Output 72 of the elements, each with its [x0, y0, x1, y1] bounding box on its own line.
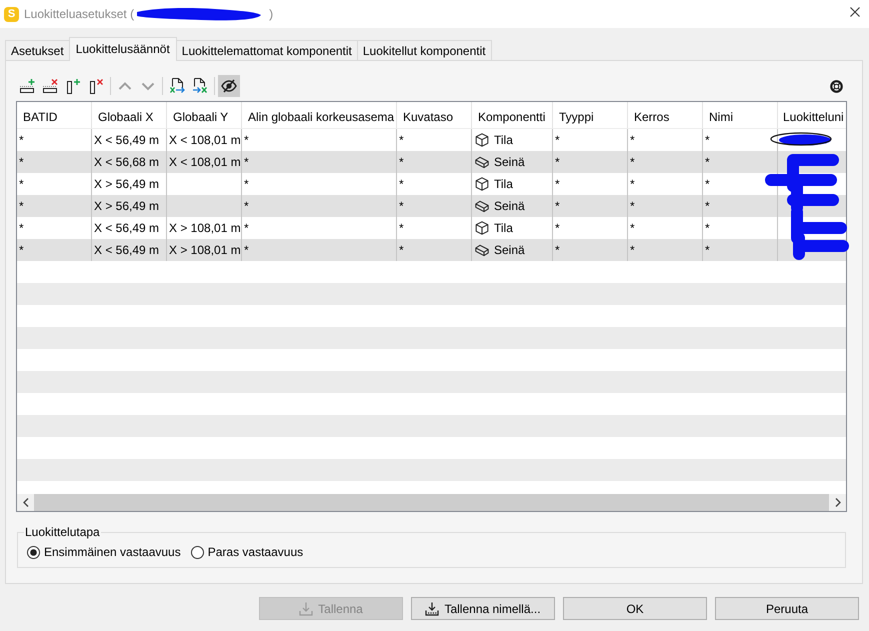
cube-icon: [475, 177, 489, 191]
close-icon[interactable]: [850, 7, 860, 17]
table-cell: *: [397, 239, 472, 261]
table-cell: *: [17, 151, 92, 173]
table-cell: *: [628, 239, 703, 261]
group-title: Luokittelutapa: [24, 525, 101, 539]
table-cell: X < 108,01 m: [167, 151, 242, 173]
table-cell: *: [17, 195, 92, 217]
table-cell: *: [703, 239, 778, 261]
window-title: ): [269, 7, 274, 21]
column-header[interactable]: Nimi: [703, 102, 778, 128]
tab[interactable]: Luokitellut komponentit: [356, 40, 492, 60]
dialog-button[interactable]: OK: [563, 597, 707, 620]
column-header[interactable]: Luokitteluni: [778, 102, 846, 128]
tab[interactable]: Luokittelemattomat komponentit: [176, 40, 358, 60]
chevron-right-icon: [834, 498, 840, 507]
table-cell: X < 56,68 m: [92, 151, 167, 173]
component-label: Seinä: [494, 243, 525, 257]
component-label: Seinä: [494, 199, 525, 213]
row-plus-icon: [19, 78, 35, 94]
table-cell: X < 56,49 m: [92, 239, 167, 261]
document-arrow-icon: [169, 78, 185, 94]
table-cell: *: [703, 195, 778, 217]
eye-slash-icon: [221, 78, 237, 94]
column-header[interactable]: Komponentti: [472, 102, 553, 128]
column-header[interactable]: Tyyppi: [553, 102, 628, 128]
app-logo: S: [4, 6, 19, 22]
column-header[interactable]: Globaali Y: [167, 102, 242, 128]
component-label: Tila: [494, 221, 513, 235]
visibility-toggle-button[interactable]: [218, 75, 240, 97]
cube-icon: [475, 221, 489, 235]
column-plus-icon: [65, 78, 81, 94]
table-cell: *: [628, 195, 703, 217]
column-header[interactable]: Kerros: [628, 102, 703, 128]
download-icon: [425, 602, 440, 616]
chevron-left-icon: [22, 498, 28, 507]
table-cell: *: [553, 239, 628, 261]
dialog-button[interactable]: Tallenna nimellä...: [411, 597, 555, 620]
table-cell: *: [242, 151, 397, 173]
download-icon: [299, 602, 314, 616]
table-cell: *: [242, 239, 397, 261]
dialog-button[interactable]: Peruuta: [715, 597, 859, 620]
lifebuoy-icon: [830, 80, 842, 92]
radio-option[interactable]: Ensimmäinen vastaavuus: [27, 545, 181, 559]
table-cell: X > 108,01 m: [167, 239, 242, 261]
table-cell: *: [397, 151, 472, 173]
row-cross-icon: [42, 78, 58, 94]
slab-icon: [475, 155, 489, 169]
table-cell: *: [553, 151, 628, 173]
component-label: Seinä: [494, 155, 525, 169]
cube-icon: [475, 133, 489, 147]
tab[interactable]: Luokittelusäännöt: [68, 37, 177, 61]
window-title: Luokitteluasetukset (: [24, 7, 134, 21]
column-header[interactable]: Alin globaali korkeusasema: [242, 102, 397, 128]
radio-option[interactable]: Paras vastaavuus: [190, 545, 304, 559]
table-cell: *: [17, 239, 92, 261]
table-cell: *: [242, 195, 397, 217]
column-cross-icon: [88, 78, 104, 94]
component-label: Tila: [494, 133, 513, 147]
document-arrow-icon: [192, 78, 208, 94]
slab-icon: [475, 199, 489, 213]
column-header[interactable]: BATID: [17, 102, 92, 128]
column-header[interactable]: Globaali X: [92, 102, 167, 128]
component-label: Tila: [494, 177, 513, 191]
column-header[interactable]: Kuvataso: [397, 102, 472, 128]
table-cell: *: [703, 151, 778, 173]
table-cell: *: [628, 151, 703, 173]
table-cell: *: [397, 195, 472, 217]
table-cell: *: [553, 195, 628, 217]
tab[interactable]: Asetukset: [5, 40, 70, 60]
slab-icon: [475, 243, 489, 257]
table-cell: X > 56,49 m: [92, 195, 167, 217]
